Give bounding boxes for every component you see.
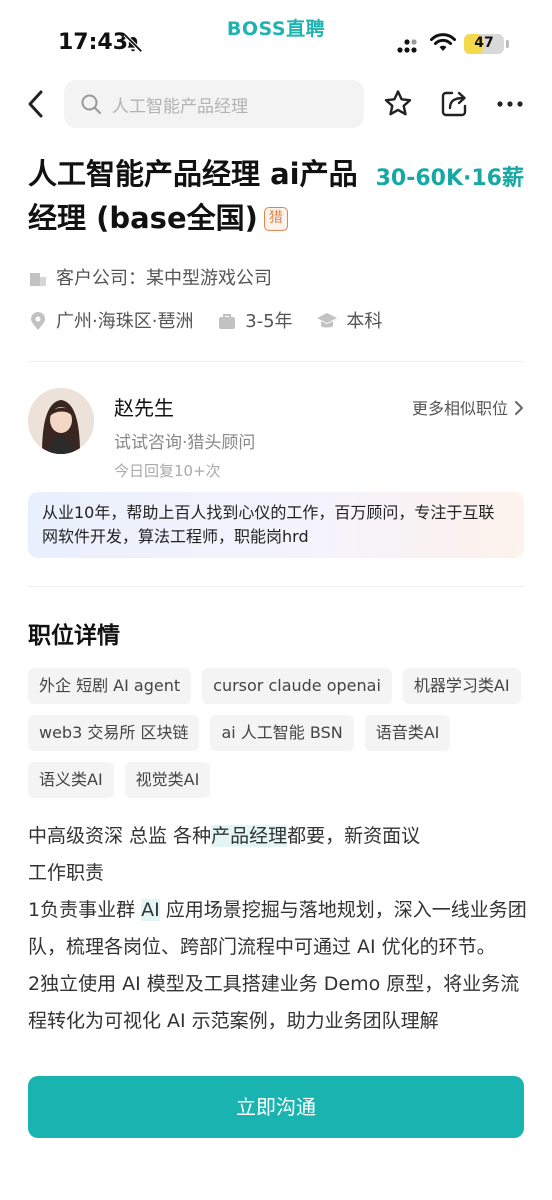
- search-input[interactable]: 人工智能产品经理: [64, 80, 364, 128]
- job-tag: 视觉类AI: [124, 762, 211, 798]
- chevron-right-icon: [515, 401, 523, 415]
- job-tag: web3 交易所 区块链: [28, 715, 200, 751]
- signal-icon: [397, 39, 417, 53]
- search-placeholder: 人工智能产品经理: [112, 97, 248, 117]
- recruiter-intro: 从业10年，帮助上百人找到心仪的工作，百万顾问，专注于互联网软件开发，算法工程师…: [28, 492, 524, 558]
- battery-level: 47: [474, 35, 494, 51]
- desc-line: 工作职责: [28, 862, 105, 884]
- more-similar-jobs-label: 更多相似职位: [411, 399, 508, 418]
- job-meta-row: 广州·海珠区·琶洲 3-5年 本科: [28, 309, 382, 335]
- more-similar-jobs-link[interactable]: 更多相似职位: [412, 395, 524, 419]
- star-icon[interactable]: [382, 88, 414, 120]
- job-title: 人工智能产品经理 ai产品经理 (base全国) 猎: [28, 152, 380, 240]
- job-tag: 语音类AI: [364, 715, 451, 751]
- desc-line: 1负责事业群 AI 应用场景挖掘与落地规划，深入一线业务团队，梳理各岗位、跨部门…: [28, 899, 527, 958]
- job-tag: 语义类AI: [28, 762, 114, 798]
- recruiter-reply-stat: 今日回复10+次: [114, 462, 221, 480]
- job-location: 广州·海珠区·琶洲: [56, 311, 194, 332]
- client-label: 客户公司：: [56, 268, 146, 289]
- job-tag: 外企 短剧 AI agent: [28, 668, 192, 704]
- desc-line: 2独立使用 AI 模型及工具搭建业务 Demo 原型，将业务流程转化为可视化 A…: [28, 973, 520, 1032]
- job-tag: cursor claude openai: [202, 668, 392, 704]
- back-arrow-icon[interactable]: [24, 88, 48, 120]
- chat-now-button[interactable]: 立即沟通: [28, 1076, 524, 1138]
- section-title-job-details: 职位详情: [28, 623, 120, 649]
- wifi-icon: [430, 33, 456, 51]
- divider: [28, 586, 524, 587]
- building-icon: [30, 273, 46, 286]
- job-tags: 外企 短剧 AI agent cursor claude openai 机器学习…: [28, 668, 528, 798]
- job-tag: ai 人工智能 BSN: [210, 715, 354, 751]
- job-title-text: 人工智能产品经理 ai产品经理 (base全国): [28, 157, 358, 235]
- desc-line: 中高级资深 总监 各种产品经理都要，新资面议: [28, 825, 421, 847]
- job-experience: 3-5年: [245, 311, 293, 332]
- client-company: 某中型游戏公司: [146, 268, 272, 289]
- headhunter-tag: 猎: [263, 207, 288, 231]
- share-icon[interactable]: [438, 88, 470, 120]
- recruiter-role: 试试咨询·猎头顾问: [114, 433, 256, 453]
- recruiter-avatar[interactable]: [28, 388, 94, 454]
- battery-tip: [506, 40, 509, 48]
- job-tag: 机器学习类AI: [402, 668, 521, 704]
- battery-indicator: 47: [464, 34, 504, 54]
- keyword-highlight: AI: [141, 899, 160, 921]
- salary: 30-60K·16薪: [375, 166, 524, 191]
- job-description: 中高级资深 总监 各种产品经理都要，新资面议 工作职责 1负责事业群 AI 应用…: [28, 818, 528, 1040]
- graduation-cap-icon: [317, 313, 338, 328]
- client-company-row: 客户公司：某中型游戏公司: [28, 266, 272, 292]
- location-icon: [31, 312, 45, 330]
- briefcase-icon: [219, 314, 236, 329]
- divider: [28, 361, 524, 362]
- job-education: 本科: [346, 311, 383, 332]
- search-icon: [81, 94, 101, 114]
- recruiter-name: 赵先生: [114, 396, 174, 420]
- keyword-highlight: 产品经理: [211, 825, 288, 847]
- more-icon[interactable]: [494, 88, 526, 120]
- status-bar: 17:43 BOSS直聘 47: [0, 0, 552, 80]
